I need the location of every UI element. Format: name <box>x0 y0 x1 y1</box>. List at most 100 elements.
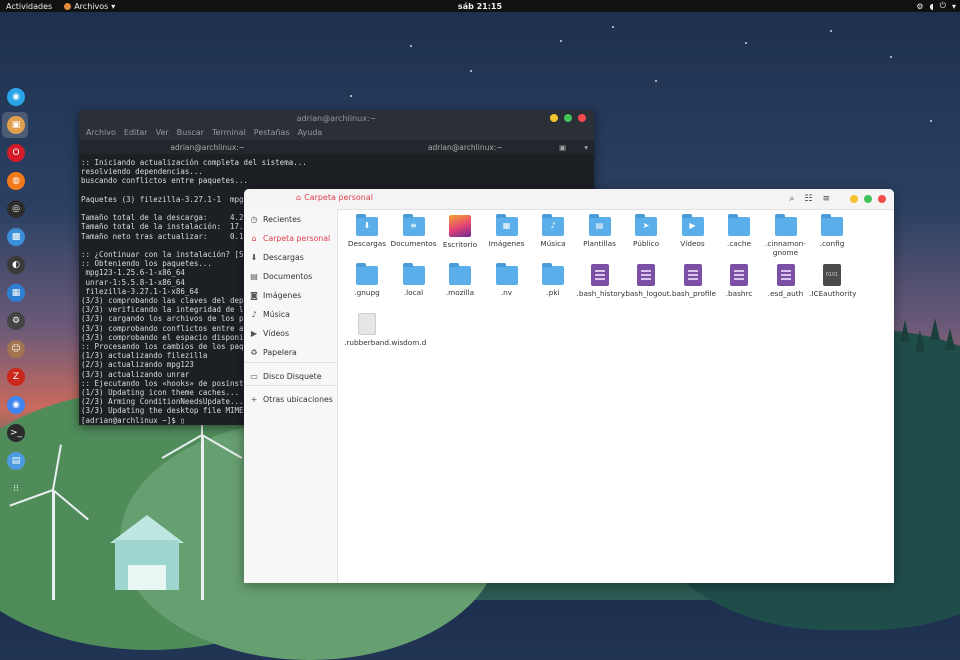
file-item[interactable]: .rubberband.wisdom.d <box>344 311 427 347</box>
close-button[interactable] <box>878 195 886 203</box>
terminal-menu-item[interactable]: Pestañas <box>250 126 294 140</box>
file-item[interactable]: .local <box>391 262 437 297</box>
sidebar-item[interactable]: ▭ Disco Disquete <box>244 367 337 385</box>
person-icon[interactable]: ☺ <box>7 340 25 358</box>
file-item[interactable]: ♪ Música <box>530 213 576 248</box>
file-item[interactable]: .pki <box>530 262 576 297</box>
file-item[interactable]: .bash_history <box>577 262 625 298</box>
tweaks-icon[interactable]: ⚙ <box>7 312 25 330</box>
file-item[interactable]: ≡ Documentos <box>391 213 437 248</box>
file-item[interactable]: .cache <box>716 213 762 248</box>
terminal-menu-item[interactable]: Ayuda <box>294 126 327 140</box>
sidebar-item[interactable]: ⬇ Descargas <box>244 248 337 266</box>
filezilla-icon[interactable]: Z <box>7 368 25 386</box>
firefox-icon[interactable]: ◍ <box>7 172 25 190</box>
file-manager-window[interactable]: ⌂ Carpeta personal ⌕ ☷ ≡ ◷ Recientes ⌂ Carp… <box>244 189 894 583</box>
files-icon[interactable]: ▣ <box>7 116 25 134</box>
settings-icon[interactable]: ◐ <box>7 256 25 274</box>
sidebar-divider <box>244 385 337 386</box>
binary-file-icon: 0101 <box>823 264 841 286</box>
file-item[interactable]: ➤ Público <box>623 213 669 248</box>
file-item[interactable]: .config <box>809 213 855 248</box>
location-breadcrumb[interactable]: ⌂ Carpeta personal <box>296 193 373 202</box>
file-item[interactable]: .mozilla <box>437 262 483 297</box>
sidebar-item[interactable]: ▶ Vídeos <box>244 324 337 342</box>
chromium-icon[interactable]: ◉ <box>7 396 25 414</box>
file-item-label: .mozilla <box>445 288 475 297</box>
minimize-button[interactable] <box>550 114 558 122</box>
drive-icon: ▭ <box>250 371 258 381</box>
minimize-button[interactable] <box>850 195 858 203</box>
screenshot-icon[interactable]: ▩ <box>7 228 25 246</box>
web-browser-icon[interactable]: ◉ <box>7 88 25 106</box>
sidebar-item[interactable]: ⌂ Carpeta personal <box>244 229 337 247</box>
sidebar-item[interactable]: + Otras ubicaciones <box>244 390 337 408</box>
sidebar-item-label: Imágenes <box>263 290 302 300</box>
file-item[interactable]: .bash_logout <box>623 262 670 298</box>
folder-icon: ▶ <box>681 214 704 236</box>
file-item[interactable]: 0101 .ICEauthority <box>809 262 856 298</box>
close-button[interactable] <box>578 114 586 122</box>
terminal-line: Paquetes (3) filezilla-3.27.1-1 mpg12 <box>81 194 253 204</box>
terminal-menu-item[interactable]: Ver <box>152 126 173 140</box>
terminal-menu-item[interactable]: Buscar <box>173 126 208 140</box>
menu-icon[interactable]: ≡ <box>822 194 830 204</box>
file-item-label: .rubberband.wisdom.d <box>344 338 427 347</box>
file-item[interactable]: ▶ Vídeos <box>670 213 716 248</box>
file-item[interactable]: ⬇ Descargas <box>344 213 390 248</box>
terminal-icon[interactable]: >_ <box>7 424 25 442</box>
sidebar-item[interactable]: ♻ Papelera <box>244 343 337 361</box>
home-icon: ⌂ <box>251 233 257 243</box>
clock[interactable]: sáb 21:15 <box>458 2 502 11</box>
file-item[interactable]: .gnupg <box>344 262 390 297</box>
file-manager-icon[interactable]: ▤ <box>7 452 25 470</box>
terminal-line: (1/3) actualizando filezilla <box>81 351 208 361</box>
terminal-tab-2[interactable]: adrian@archlinux:~ <box>337 143 595 152</box>
terminal-menu-item[interactable]: Terminal <box>208 126 250 140</box>
file-item[interactable]: .bashrc <box>716 262 762 298</box>
app-menu-button[interactable]: Archivos ▾ <box>58 2 121 11</box>
file-item[interactable]: .esd_auth <box>763 262 809 298</box>
file-item[interactable]: Escritorio <box>437 213 483 249</box>
maximize-button[interactable] <box>864 195 872 203</box>
terminal-line: (2/3) Arming ConditionNeedsUpdate... <box>81 397 244 407</box>
file-manager-headerbar[interactable]: ⌂ Carpeta personal ⌕ ☷ ≡ <box>244 189 894 210</box>
sidebar-item[interactable]: ◷ Recientes <box>244 210 337 228</box>
sidebar-item-label: Vídeos <box>263 328 290 338</box>
activities-button[interactable]: Actividades <box>0 2 58 11</box>
new-tab-icon[interactable]: ▣ <box>559 143 566 152</box>
file-item[interactable]: ▦ Imágenes <box>484 213 530 248</box>
system-tray[interactable]: ⚙ ◖ ⏻ ▾ <box>916 1 956 11</box>
sidebar-item[interactable]: ◙ Imágenes <box>244 286 337 304</box>
file-item-label: Plantillas <box>583 239 616 248</box>
music-player-icon[interactable]: ◎ <box>7 200 25 218</box>
file-item-label: .pki <box>546 288 560 297</box>
app-grid-icon[interactable]: ⁝⁝ <box>7 480 25 498</box>
maximize-button[interactable] <box>564 114 572 122</box>
text-file-icon <box>776 264 795 286</box>
terminal-menu-item[interactable]: Archivo <box>82 126 120 140</box>
sidebar-item-label: Papelera <box>263 347 297 357</box>
file-item[interactable]: .nv <box>484 262 530 297</box>
folder-icon <box>356 263 378 285</box>
terminal-menu-item[interactable]: Editar <box>120 126 152 140</box>
plus-icon: + <box>250 394 258 404</box>
file-item[interactable]: .bash_profile <box>670 262 716 298</box>
terminal-tab-1[interactable]: adrian@archlinux:~ <box>79 143 337 152</box>
opera-icon[interactable]: O <box>7 144 25 162</box>
view-toggle-icon[interactable]: ☷ <box>804 194 812 204</box>
sidebar-item-label: Recientes <box>263 214 301 224</box>
file-item-label: .local <box>403 288 424 297</box>
location-label: Carpeta personal <box>304 193 373 202</box>
chevron-down-icon[interactable]: ▾ <box>584 143 588 152</box>
file-item[interactable]: ▤ Plantillas <box>577 213 623 248</box>
calculator-icon[interactable]: ▦ <box>7 284 25 302</box>
terminal-titlebar[interactable]: adrian@archlinux:~ <box>79 110 594 126</box>
file-item[interactable]: .cinnamon-gnome <box>763 213 809 257</box>
terminal-line: [adrian@archlinux ~]$ ▯ <box>81 415 185 425</box>
sidebar-item[interactable]: ♪ Música <box>244 305 337 323</box>
terminal-line: mpg123-1.25.6-1-x86_64 <box>81 268 185 278</box>
sidebar-item[interactable]: ▤ Documentos <box>244 267 337 285</box>
folder-icon: ➤ <box>635 214 657 236</box>
search-icon[interactable]: ⌕ <box>789 194 794 204</box>
